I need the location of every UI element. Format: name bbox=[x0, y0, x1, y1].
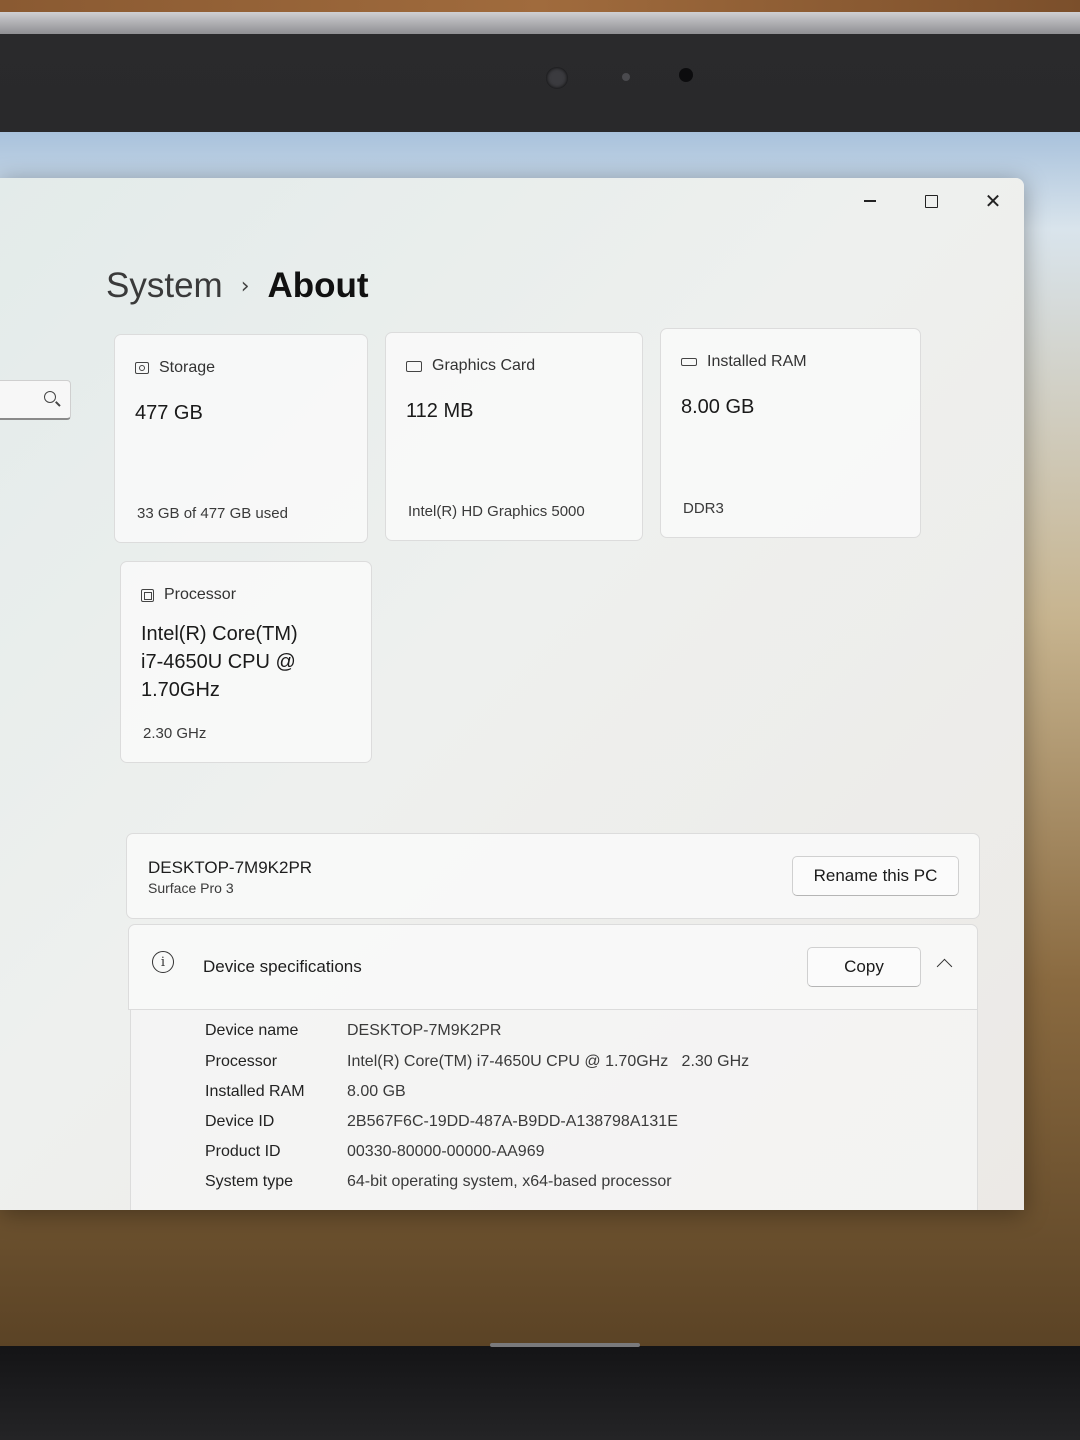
storage-value: 477 GB bbox=[135, 402, 203, 424]
device-specifications-list: Device name DESKTOP-7M9K2PR Processor In… bbox=[130, 1010, 978, 1210]
device-model: Surface Pro 3 bbox=[148, 880, 234, 896]
maximize-button[interactable] bbox=[908, 186, 954, 216]
ram-value: 8.00 GB bbox=[681, 396, 755, 418]
device-bezel-bottom bbox=[0, 1346, 1080, 1440]
camera-icon bbox=[546, 67, 568, 89]
rename-pc-button[interactable]: Rename this PC bbox=[792, 856, 959, 896]
close-button[interactable]: ✕ bbox=[970, 186, 1016, 216]
search-icon bbox=[44, 391, 56, 403]
spec-label: Device name bbox=[205, 1022, 299, 1039]
processor-icon bbox=[141, 588, 154, 602]
maximize-icon bbox=[924, 194, 938, 208]
close-icon: ✕ bbox=[984, 189, 1002, 213]
ir-sensor-icon bbox=[679, 68, 693, 82]
processor-card-header: Processor bbox=[141, 586, 236, 604]
breadcrumb-system[interactable]: System bbox=[106, 266, 223, 306]
hard-drive-icon bbox=[135, 362, 149, 374]
breadcrumb: System › About bbox=[106, 266, 369, 306]
spec-row: Processor Intel(R) Core(TM) i7-4650U CPU… bbox=[205, 1053, 749, 1071]
copy-button[interactable]: Copy bbox=[807, 947, 921, 987]
spec-value: 8.00 GB bbox=[347, 1083, 406, 1100]
graphics-model: Intel(R) HD Graphics 5000 bbox=[408, 503, 585, 520]
graphics-card-icon bbox=[406, 360, 422, 372]
processor-line: i7-4650U CPU @ bbox=[141, 651, 296, 673]
info-icon: i bbox=[152, 951, 174, 973]
device-name: DESKTOP-7M9K2PR bbox=[148, 858, 313, 877]
sensor-icon bbox=[622, 73, 630, 81]
device-name-row: DESKTOP-7M9K2PR Surface Pro 3 Rename thi… bbox=[126, 833, 980, 919]
spec-row: System type 64-bit operating system, x64… bbox=[205, 1173, 672, 1191]
chevron-up-icon[interactable] bbox=[936, 958, 953, 975]
ram-card-header: Installed RAM bbox=[681, 353, 807, 371]
spec-row: Device name DESKTOP-7M9K2PR bbox=[205, 1022, 501, 1040]
search-input[interactable] bbox=[0, 380, 71, 420]
spec-value: 64-bit operating system, x64-based proce… bbox=[347, 1173, 672, 1190]
graphics-value: 112 MB bbox=[406, 400, 474, 422]
processor-speed: 2.30 GHz bbox=[143, 725, 207, 742]
minimize-button[interactable] bbox=[847, 186, 893, 216]
spec-label: Installed RAM bbox=[205, 1083, 305, 1100]
settings-window: ✕ System › About Storage 477 GB 33 GB of… bbox=[0, 178, 1024, 1210]
graphics-label: Graphics Card bbox=[432, 357, 536, 374]
spec-row: Device ID 2B567F6C-19DD-487A-B9DD-A13879… bbox=[205, 1113, 678, 1131]
spec-label: System type bbox=[205, 1173, 294, 1190]
spec-label: Product ID bbox=[205, 1143, 281, 1160]
processor-card: Processor Intel(R) Core(TM) i7-4650U CPU… bbox=[120, 561, 372, 763]
spec-label: Processor bbox=[205, 1053, 278, 1070]
spec-value: Intel(R) Core(TM) i7-4650U CPU @ 1.70GHz… bbox=[347, 1053, 750, 1070]
spec-value: 2B567F6C-19DD-487A-B9DD-A138798A131E bbox=[347, 1113, 678, 1130]
spec-row: Product ID 00330-80000-00000-AA969 bbox=[205, 1143, 545, 1161]
spec-label: Device ID bbox=[205, 1113, 275, 1130]
spec-value: 00330-80000-00000-AA969 bbox=[347, 1143, 545, 1160]
device-specifications-title: Device specifications bbox=[203, 957, 362, 976]
page-title: About bbox=[267, 266, 369, 305]
device-specifications-header[interactable]: i Device specifications Copy bbox=[128, 924, 978, 1010]
screen-bottom-bar bbox=[490, 1343, 640, 1347]
graphics-card-header: Graphics Card bbox=[406, 357, 535, 375]
chevron-right-icon: › bbox=[240, 273, 250, 299]
spec-value: DESKTOP-7M9K2PR bbox=[347, 1022, 502, 1039]
storage-label: Storage bbox=[159, 359, 216, 376]
storage-card-header: Storage bbox=[135, 359, 215, 377]
desk-surface bbox=[0, 0, 1080, 12]
storage-card: Storage 477 GB 33 GB of 477 GB used bbox=[114, 334, 368, 543]
device-edge bbox=[0, 12, 1080, 34]
spec-row: Installed RAM 8.00 GB bbox=[205, 1083, 406, 1101]
ram-card: Installed RAM 8.00 GB DDR3 bbox=[660, 328, 921, 538]
graphics-card: Graphics Card 112 MB Intel(R) HD Graphic… bbox=[385, 332, 643, 541]
memory-icon bbox=[681, 358, 697, 366]
processor-value: Intel(R) Core(TM) i7-4650U CPU @ 1.70GHz bbox=[141, 620, 298, 704]
storage-usage: 33 GB of 477 GB used bbox=[137, 505, 288, 522]
processor-line: Intel(R) Core(TM) bbox=[141, 623, 298, 645]
processor-label: Processor bbox=[164, 586, 237, 603]
minimize-icon bbox=[864, 200, 876, 202]
processor-line: 1.70GHz bbox=[141, 679, 220, 701]
ram-label: Installed RAM bbox=[707, 353, 807, 370]
ram-type: DDR3 bbox=[683, 500, 724, 517]
